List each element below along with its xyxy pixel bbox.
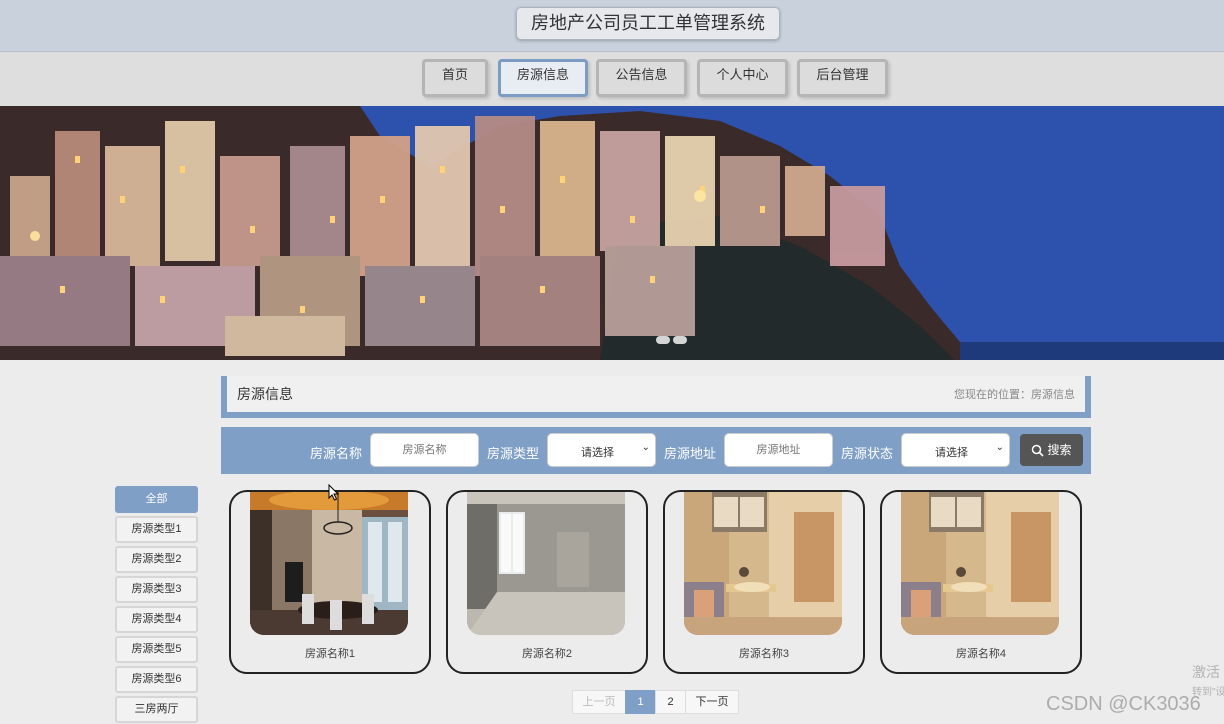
category-type-6[interactable]: 房源类型6 (115, 666, 198, 693)
name-search-input[interactable] (370, 433, 479, 467)
type-select-value: 请选择 (581, 447, 614, 459)
listing-name: 房源名称3 (738, 648, 790, 660)
category-three-bedroom[interactable]: 三房两厅 (115, 696, 198, 723)
listing-image (901, 492, 1059, 635)
chevron-down-icon: ⌄ (995, 442, 1004, 453)
chevron-down-icon: ⌄ (641, 442, 650, 453)
listing-name: 房源名称4 (955, 648, 1007, 660)
nav-home[interactable]: 首页 (422, 59, 488, 97)
listing-card[interactable]: 房源名称4 (880, 490, 1082, 674)
listing-name: 房源名称1 (304, 648, 356, 660)
search-button[interactable]: 搜索 (1020, 434, 1083, 466)
listing-image (684, 492, 842, 635)
nav-profile[interactable]: 个人中心 (697, 59, 788, 97)
listing-image (467, 492, 625, 635)
address-filter-label: 房源地址 (664, 446, 717, 461)
listing-image (250, 492, 408, 635)
listing-card[interactable]: 房源名称1 (229, 490, 431, 674)
banner-dot-2[interactable] (673, 336, 687, 344)
category-type-2[interactable]: 房源类型2 (115, 546, 198, 573)
main-nav: 首页 房源信息 公告信息 个人中心 后台管理 (0, 52, 1224, 106)
breadcrumb: 您现在的位置：房源信息 (954, 389, 1075, 401)
banner-dot-1[interactable] (656, 336, 670, 344)
nav-listings[interactable]: 房源信息 (498, 59, 588, 97)
search-icon (1032, 444, 1045, 457)
section-header: 房源信息 您现在的位置：房源信息 (221, 376, 1091, 418)
category-type-3[interactable]: 房源类型3 (115, 576, 198, 603)
status-select[interactable]: 请选择 ⌄ (901, 433, 1010, 467)
hero-banner (0, 106, 1224, 360)
csdn-watermark: CSDN @CK3036 (1046, 693, 1201, 715)
listing-card[interactable]: 房源名称3 (663, 490, 865, 674)
category-type-5[interactable]: 房源类型5 (115, 636, 198, 663)
search-button-label: 搜索 (1047, 443, 1072, 457)
site-header: 房地产公司员工工单管理系统 (0, 0, 1224, 52)
category-type-4[interactable]: 房源类型4 (115, 606, 198, 633)
name-filter-label: 房源名称 (310, 446, 363, 461)
mouse-cursor-icon (328, 484, 340, 501)
listing-card[interactable]: 房源名称2 (446, 490, 648, 674)
type-select[interactable]: 请选择 ⌄ (547, 433, 656, 467)
search-bar: 房源名称 房源类型 请选择 ⌄ 房源地址 房源状态 请选择 ⌄ 搜索 (221, 427, 1091, 474)
page-2-button[interactable]: 2 (655, 690, 686, 714)
status-select-value: 请选择 (935, 447, 968, 459)
nav-notices[interactable]: 公告信息 (596, 59, 687, 97)
type-filter-label: 房源类型 (487, 446, 540, 461)
nav-admin[interactable]: 后台管理 (797, 59, 888, 97)
next-page-button[interactable]: 下一页 (685, 690, 739, 714)
status-filter-label: 房源状态 (841, 446, 894, 461)
address-search-input[interactable] (724, 433, 833, 467)
listing-name: 房源名称2 (521, 648, 573, 660)
os-activation-notice: 激活 (1192, 664, 1220, 680)
prev-page-button[interactable]: 上一页 (572, 690, 626, 714)
category-type-1[interactable]: 房源类型1 (115, 516, 198, 543)
section-title: 房源信息 (237, 386, 293, 402)
category-all[interactable]: 全部 (115, 486, 198, 513)
page-1-button[interactable]: 1 (625, 690, 656, 714)
site-title: 房地产公司员工工单管理系统 (516, 7, 780, 40)
banner-cityscape-image (0, 106, 1224, 360)
